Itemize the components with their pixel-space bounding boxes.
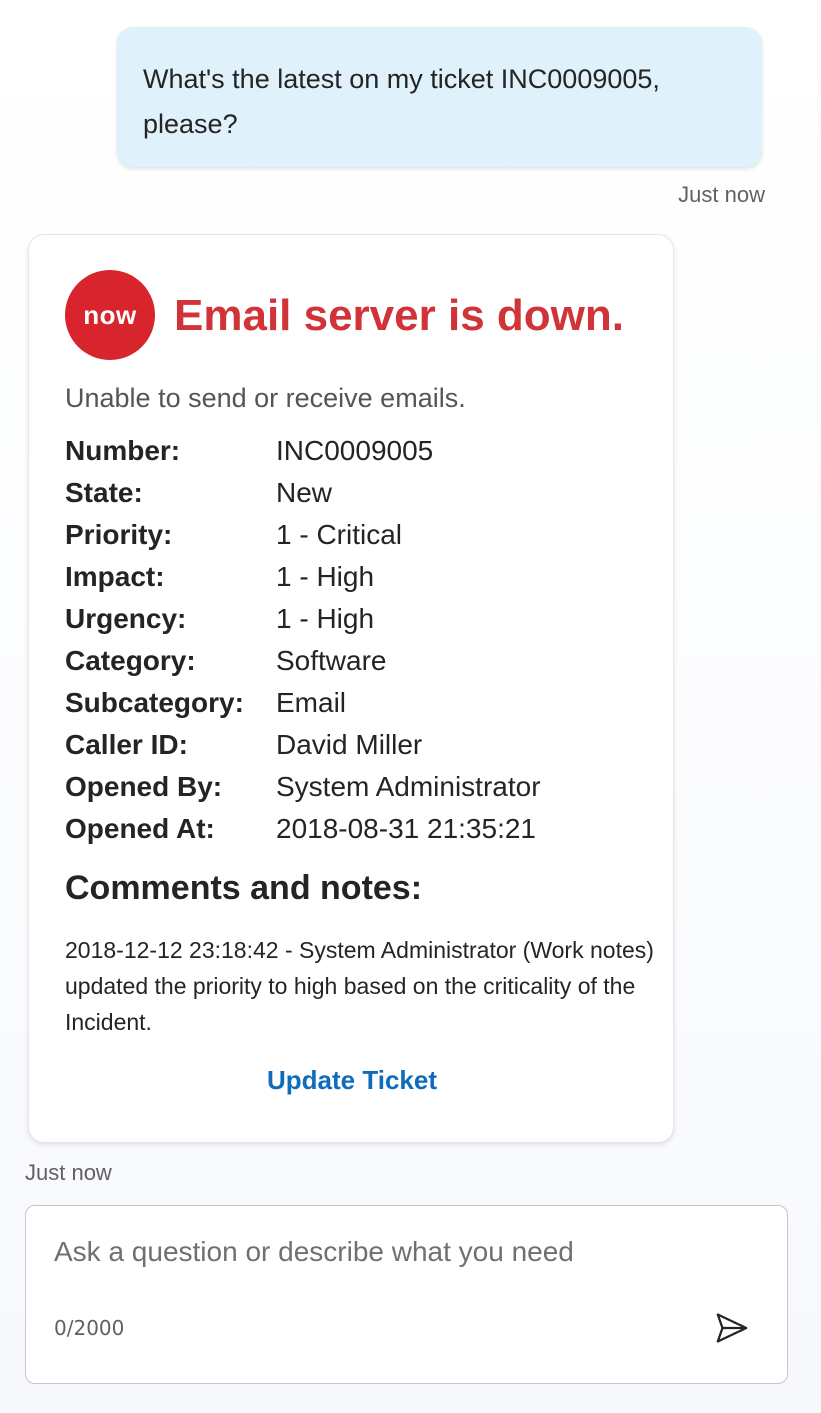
- fact-value: Email: [276, 687, 347, 718]
- fact-label: Subcategory:: [65, 687, 244, 718]
- fact-value: 1 - High: [276, 561, 375, 592]
- user-message-text: What's the latest on my ticket INC000900…: [143, 64, 660, 139]
- fact-value: 1 - Critical: [276, 519, 403, 550]
- comments-heading: Comments and notes:: [65, 869, 423, 907]
- fact-label: Urgency:: [65, 603, 187, 634]
- fact-label: Number:: [65, 435, 181, 466]
- send-icon: [716, 1313, 748, 1343]
- logo-text: now: [83, 299, 137, 330]
- fact-label: Category:: [65, 645, 196, 676]
- fact-label: State:: [65, 477, 143, 508]
- message-input[interactable]: [54, 1236, 754, 1268]
- fact-row-opened-at: Opened At: 2018-08-31 21:35:21: [65, 808, 541, 850]
- ticket-card: now Email server is down. Unable to send…: [28, 234, 674, 1143]
- user-message-timestamp: Just now: [678, 182, 765, 207]
- send-button[interactable]: [710, 1306, 754, 1350]
- servicenow-logo: now: [65, 270, 155, 360]
- fact-label: Opened At:: [65, 813, 215, 844]
- fact-row-caller-id: Caller ID: David Miller: [65, 724, 541, 766]
- fact-row-urgency: Urgency: 1 - High: [65, 598, 541, 640]
- character-counter: 0/2000: [54, 1316, 125, 1340]
- fact-row-subcategory: Subcategory: Email: [65, 682, 541, 724]
- fact-row-priority: Priority: 1 - Critical: [65, 514, 541, 556]
- fact-value: David Miller: [276, 729, 423, 760]
- fact-value: System Administrator: [276, 771, 541, 802]
- fact-value: New: [276, 477, 333, 508]
- fact-row-impact: Impact: 1 - High: [65, 556, 541, 598]
- ticket-description: Unable to send or receive emails.: [65, 383, 466, 413]
- fact-row-category: Category: Software: [65, 640, 541, 682]
- fact-label: Priority:: [65, 519, 173, 550]
- fact-value: Software: [276, 645, 387, 676]
- bot-message-timestamp: Just now: [25, 1160, 112, 1185]
- comments-text: 2018-12-12 23:18:42 - System Administrat…: [65, 937, 654, 1035]
- fact-label: Impact:: [65, 561, 165, 592]
- user-message-bubble: What's the latest on my ticket INC000900…: [117, 27, 762, 167]
- fact-row-number: Number: INC0009005: [65, 430, 541, 472]
- ticket-title: Email server is down.: [174, 291, 624, 340]
- fact-row-opened-by: Opened By: System Administrator: [65, 766, 541, 808]
- fact-value: INC0009005: [276, 435, 434, 466]
- ticket-facts: Number: INC0009005 State: New Priority: …: [65, 430, 541, 850]
- fact-value: 1 - High: [276, 603, 375, 634]
- fact-label: Opened By:: [65, 771, 223, 802]
- fact-value: 2018-08-31 21:35:21: [276, 813, 536, 844]
- fact-row-state: State: New: [65, 472, 541, 514]
- update-ticket-button[interactable]: Update Ticket: [29, 1065, 675, 1096]
- message-composer: 0/2000: [25, 1205, 788, 1384]
- fact-label: Caller ID:: [65, 729, 188, 760]
